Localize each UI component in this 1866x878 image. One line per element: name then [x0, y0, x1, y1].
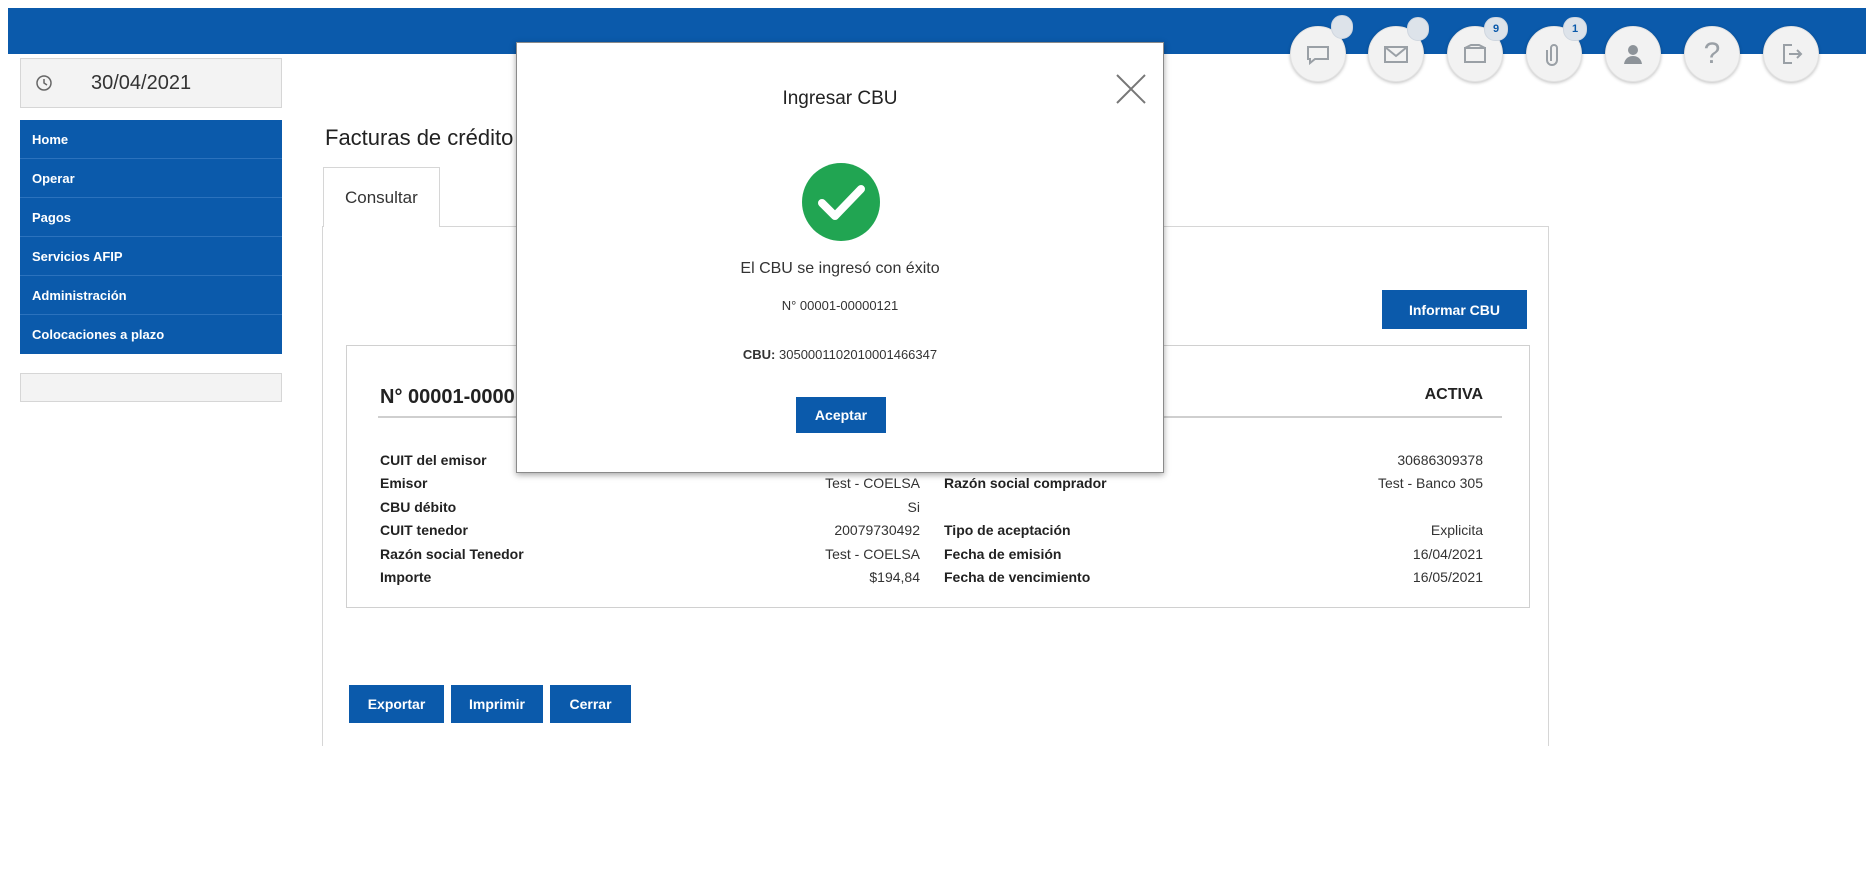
- sidebar-empty-box: [20, 373, 282, 402]
- print-button[interactable]: Imprimir: [451, 685, 543, 723]
- label-tipo-aceptacion: Tipo de aceptación: [944, 522, 1071, 538]
- sidebar-item-administracion[interactable]: Administración: [20, 276, 282, 315]
- user-icon[interactable]: [1605, 26, 1661, 82]
- label-razon-tenedor: Razón social Tenedor: [380, 546, 524, 562]
- value-emisor: Test - COELSA: [825, 475, 920, 491]
- value-cbu-debito: Si: [907, 499, 920, 515]
- label-importe: Importe: [380, 569, 432, 585]
- value-razon-comprador: Test - Banco 305: [1377, 475, 1483, 491]
- label-cuit-tenedor: CUIT tenedor: [380, 522, 468, 538]
- sidebar-item-home[interactable]: Home: [20, 120, 282, 159]
- label-fecha-vencimiento: Fecha de vencimiento: [944, 569, 1091, 585]
- chat-icon[interactable]: [1290, 15, 1353, 82]
- close-page-button[interactable]: Cerrar: [550, 685, 631, 723]
- sidebar-menu: Home Operar Pagos Servicios AFIP Adminis…: [20, 120, 282, 354]
- close-icon[interactable]: [1113, 71, 1149, 107]
- export-button[interactable]: Exportar: [349, 685, 444, 723]
- value-tipo-aceptacion: Explicita: [1430, 522, 1483, 538]
- paperclip-badge: 1: [1563, 17, 1587, 41]
- help-icon[interactable]: ?: [1684, 26, 1740, 82]
- invoice-number: N° 00001-0000: [380, 386, 515, 408]
- sidebar-item-colocaciones[interactable]: Colocaciones a plazo: [20, 315, 282, 354]
- value-razon-tenedor: Test - COELSA: [825, 546, 920, 562]
- accept-button[interactable]: Aceptar: [796, 397, 886, 433]
- tray-badge: 9: [1484, 17, 1508, 41]
- sidebar-item-pagos[interactable]: Pagos: [20, 198, 282, 237]
- invoice-status: ACTIVA: [1424, 386, 1483, 403]
- paperclip-icon[interactable]: 1: [1526, 17, 1587, 82]
- label-cbu-debito: CBU débito: [380, 499, 457, 515]
- tab-consultar[interactable]: Consultar: [323, 167, 440, 227]
- page-title: Facturas de crédito: [325, 125, 514, 150]
- label-cuit-emisor: CUIT del emisor: [380, 452, 487, 468]
- clock-icon: [36, 75, 52, 91]
- mail-icon[interactable]: [1368, 17, 1429, 82]
- sidebar-item-operar[interactable]: Operar: [20, 159, 282, 198]
- modal-invoice-number: N° 00001-00000121: [781, 298, 899, 313]
- label-emisor: Emisor: [380, 475, 428, 491]
- value-fecha-vencimiento: 16/05/2021: [1412, 569, 1483, 585]
- help-glyph: ?: [1703, 37, 1721, 70]
- sidebar-item-servicios-afip[interactable]: Servicios AFIP: [20, 237, 282, 276]
- modal-cbu: CBU: 3050001102010001466347: [517, 347, 1163, 362]
- tray-icon[interactable]: 9: [1447, 17, 1508, 82]
- informar-cbu-button[interactable]: Informar CBU: [1382, 290, 1527, 329]
- value-cuit-comprador: 30686309378: [1397, 452, 1483, 468]
- value-fecha-emision: 16/04/2021: [1412, 546, 1483, 562]
- cbu-value: 3050001102010001466347: [779, 347, 938, 362]
- ingresar-cbu-modal: Ingresar CBU El CBU se ingresó con éxito…: [516, 42, 1164, 473]
- label-fecha-emision: Fecha de emisión: [944, 546, 1062, 562]
- label-razon-comprador: Razón social comprador: [944, 475, 1107, 491]
- value-importe: $194,84: [869, 569, 920, 585]
- current-date: 30/04/2021: [91, 71, 192, 94]
- modal-title: Ingresar CBU: [782, 88, 898, 109]
- cbu-label: CBU:: [742, 347, 776, 362]
- date-box: 30/04/2021: [20, 58, 282, 108]
- header-icons: 9 1 ?: [1290, 15, 1860, 90]
- success-message: El CBU se ingresó con éxito: [740, 260, 940, 277]
- mail-badge: [1407, 17, 1429, 41]
- logout-icon[interactable]: [1763, 26, 1819, 82]
- value-cuit-tenedor: 20079730492: [834, 522, 920, 538]
- chat-badge: [1331, 15, 1353, 39]
- success-check-icon: [802, 163, 880, 241]
